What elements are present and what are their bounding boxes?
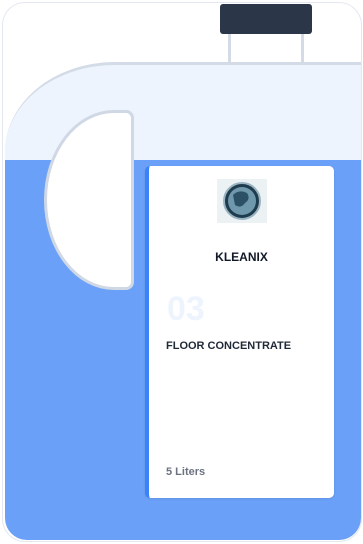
globe-logo-icon	[216, 179, 268, 223]
product-number: 03	[167, 290, 205, 328]
jug-neck	[228, 32, 304, 66]
product-name: FLOOR CONCENTRATE	[166, 340, 292, 352]
jug-cap	[220, 4, 312, 34]
jug-illustration: KLEANIX 03 FLOOR CONCENTRATE 5 Liters	[0, 0, 363, 544]
product-label-card: KLEANIX 03 FLOOR CONCENTRATE 5 Liters	[145, 166, 334, 498]
product-volume: 5 Liters	[166, 466, 206, 478]
brand-name: KLEANIX	[215, 250, 268, 264]
